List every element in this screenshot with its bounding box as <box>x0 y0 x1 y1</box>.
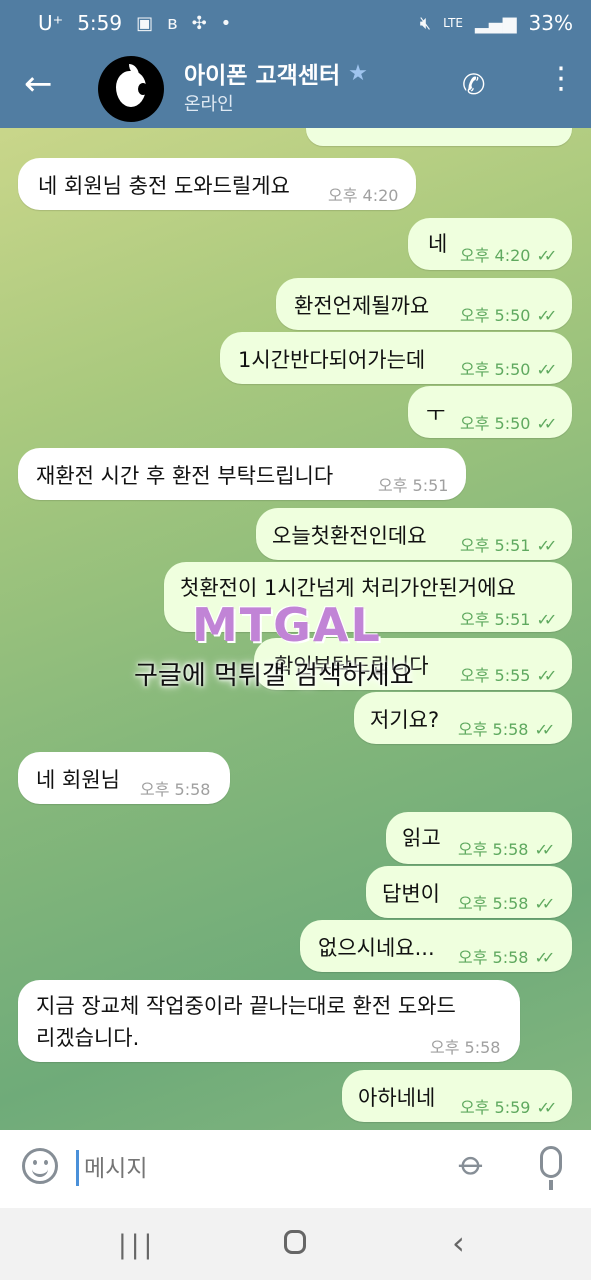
message-text: 답변이 <box>382 882 440 906</box>
home-icon[interactable] <box>284 1230 306 1254</box>
message-bubble[interactable]: 1시간반다되어가는데 오후 5:50 ✓✓ <box>220 332 572 384</box>
message-bubble[interactable]: 지금 장교체 작업중이라 끝나는대로 환전 도와드 리겠습니다. 오후 5:58 <box>18 980 520 1062</box>
read-check-icon: ✓✓ <box>536 306 557 325</box>
message-text: 1시간반다되어가는데 <box>238 348 426 372</box>
recent-apps-icon[interactable]: ||| <box>118 1230 156 1260</box>
message-bubble[interactable]: 네 회원님 오후 5:58 <box>18 752 230 804</box>
mute-icon: 🔇︎ <box>419 12 432 34</box>
apple-logo-icon <box>116 71 148 107</box>
signal-icon: ▂▄▆ <box>475 12 517 34</box>
paperclip-icon[interactable]: ⌀ <box>451 1143 494 1186</box>
message-bubble[interactable]: 없으시네요... 오후 5:58 ✓✓ <box>300 920 572 972</box>
back-chevron-icon[interactable]: ‹ <box>452 1224 465 1262</box>
message-time: 오후 5:58 <box>458 894 529 913</box>
network-label: LTE <box>443 16 464 30</box>
chat-header: ← 아이폰 고객센터 ★ 온라인 ✆ ⋮ <box>0 46 591 128</box>
message-time: 오후 5:58 <box>458 720 529 739</box>
read-check-icon: ✓✓ <box>536 1098 557 1117</box>
message-text: ㅜ <box>426 402 446 426</box>
message-bubble[interactable]: 네 회원님 충전 도와드릴게요 오후 4:20 <box>18 158 416 210</box>
message-time: 오후 5:51 <box>460 536 531 555</box>
microphone-icon[interactable] <box>540 1146 562 1178</box>
message-text: 리겠습니다. <box>36 1026 140 1050</box>
read-check-icon: ✓✓ <box>534 840 555 859</box>
battery-label: 33% <box>528 11 573 35</box>
read-check-icon: ✓✓ <box>534 894 555 913</box>
message-time: 오후 4:20 <box>460 246 531 265</box>
message-bubble[interactable]: 읽고 오후 5:58 ✓✓ <box>386 812 572 864</box>
message-composer: ⌀ <box>0 1130 591 1208</box>
message-bubble[interactable]: 답변이 오후 5:58 ✓✓ <box>366 866 572 918</box>
message-text: 지금 장교체 작업중이라 끝나는대로 환전 도와드 <box>36 994 456 1018</box>
star-icon: ★ <box>348 60 368 86</box>
watermark-logo: MTGAL <box>192 598 382 652</box>
message-text: 네 <box>428 232 448 256</box>
message-bubble[interactable]: 아하네네 오후 5:59 ✓✓ <box>342 1070 572 1122</box>
watermark-caption: 구글에 먹튀갤 검색하세요 <box>134 661 414 691</box>
message-text: 환전언제될까요 <box>294 294 430 318</box>
read-check-icon: ✓✓ <box>534 720 555 739</box>
gallery-icon: ▣ <box>136 12 154 34</box>
chat-title[interactable]: 아이폰 고객센터 ★ <box>184 56 368 90</box>
status-bar: U⁺ 5:59 ▣ ʙ ✣ • 🔇︎ LTE ▂▄▆ 33% <box>0 0 591 46</box>
read-check-icon: ✓✓ <box>536 536 557 555</box>
message-time: 오후 5:58 <box>140 780 211 799</box>
message-time: 오후 5:58 <box>430 1038 501 1057</box>
message-text: 네 회원님 충전 도와드릴게요 <box>38 174 290 198</box>
carrier-label: U⁺ <box>38 11 64 35</box>
message-text: 아하네네 <box>358 1086 436 1110</box>
read-check-icon: ✓✓ <box>536 246 557 265</box>
message-list[interactable]: 네 회원님 충전 도와드릴게요 오후 4:20 네 오후 4:20 ✓✓ 환전언제… <box>0 128 591 1130</box>
message-text: 네 회원님 <box>36 768 120 792</box>
system-navigation-bar: ||| ‹ <box>0 1208 591 1280</box>
phone-icon[interactable]: ✆ <box>462 68 485 101</box>
chat-title-text: 아이폰 고객센터 <box>184 63 341 89</box>
message-time: 오후 5:51 <box>460 610 531 629</box>
message-time: 오후 5:58 <box>458 948 529 967</box>
read-check-icon: ✓✓ <box>536 360 557 379</box>
message-time: 오후 5:59 <box>460 1098 531 1117</box>
message-bubble[interactable]: 오늘첫환전인데요 오후 5:51 ✓✓ <box>256 508 572 560</box>
avatar[interactable] <box>98 56 164 122</box>
text-cursor <box>76 1150 79 1186</box>
emoji-icon[interactable] <box>22 1148 58 1184</box>
read-check-icon: ✓✓ <box>536 414 557 433</box>
b-app-icon: ʙ <box>167 12 178 34</box>
message-time: 오후 5:58 <box>458 840 529 859</box>
dot-icon: • <box>220 12 232 34</box>
message-time: 오후 5:50 <box>460 414 531 433</box>
message-bubble[interactable]: 네 오후 4:20 ✓✓ <box>408 218 572 270</box>
message-bubble[interactable]: ㅜ 오후 5:50 ✓✓ <box>408 386 572 438</box>
read-check-icon: ✓✓ <box>536 610 557 629</box>
message-text: 읽고 <box>402 826 441 850</box>
message-time: 오후 4:20 <box>328 186 399 205</box>
message-text: 오늘첫환전인데요 <box>272 524 427 548</box>
message-time: 오후 5:51 <box>378 476 449 495</box>
message-input[interactable] <box>82 1150 446 1188</box>
message-text: 재환전 시간 후 환전 부탁드립니다 <box>36 464 334 488</box>
message-bubble[interactable]: 재환전 시간 후 환전 부탁드립니다 오후 5:51 <box>18 448 466 500</box>
read-check-icon: ✓✓ <box>536 666 557 685</box>
message-text: 저기요? <box>370 708 440 732</box>
read-check-icon: ✓✓ <box>534 948 555 967</box>
sync-icon: ✣ <box>191 12 207 34</box>
back-arrow-icon[interactable]: ← <box>24 64 53 104</box>
message-text: 없으시네요... <box>318 936 435 960</box>
message-bubble[interactable]: 환전언제될까요 오후 5:50 ✓✓ <box>276 278 572 330</box>
message-bubble[interactable] <box>306 128 572 146</box>
message-bubble[interactable]: 저기요? 오후 5:58 ✓✓ <box>354 692 572 744</box>
message-time: 오후 5:50 <box>460 360 531 379</box>
more-vertical-icon[interactable]: ⋮ <box>546 64 576 94</box>
message-time: 오후 5:50 <box>460 306 531 325</box>
online-status: 온라인 <box>184 94 234 115</box>
clock: 5:59 <box>77 11 123 35</box>
